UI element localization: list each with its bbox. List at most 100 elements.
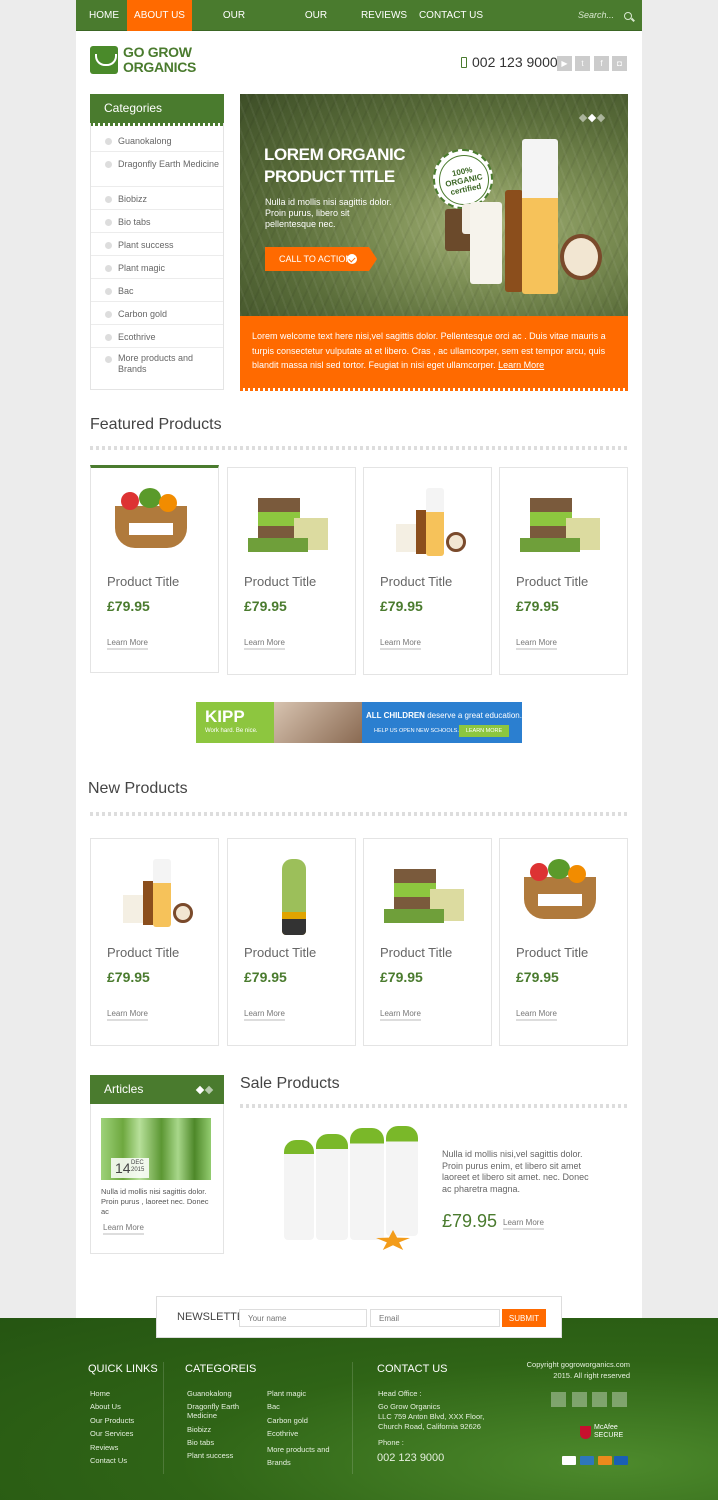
footer-category-link[interactable]: Ecothrive bbox=[267, 1429, 298, 1438]
facebook-icon[interactable] bbox=[592, 1392, 607, 1407]
ad-subline: HELP US OPEN NEW SCHOOLS. bbox=[374, 728, 459, 734]
product-image bbox=[382, 859, 474, 934]
learn-more-link[interactable]: Learn More bbox=[380, 1009, 421, 1021]
category-item[interactable]: Bac bbox=[91, 280, 223, 302]
product-card[interactable]: Product Title £79.95 Learn More bbox=[363, 467, 492, 675]
bullet-icon bbox=[105, 219, 112, 226]
nav-contact-us[interactable]: CONTACT US bbox=[418, 0, 484, 31]
category-item[interactable]: Bio tabs bbox=[91, 211, 223, 233]
check-icon bbox=[347, 254, 357, 264]
category-item[interactable]: Guanokalong bbox=[91, 131, 223, 152]
nav-search[interactable]: Search... bbox=[578, 0, 632, 31]
hero-text: Nulla id mollis nisi sagittis dolor. Pro… bbox=[265, 197, 392, 229]
product-price: £79.95 bbox=[380, 969, 423, 985]
logo-text: GO GROW ORGANICS bbox=[123, 44, 197, 75]
product-card[interactable]: Product Title £79.95 Learn More bbox=[90, 465, 219, 673]
footer-category-link[interactable]: Dragonfly Earth Medicine bbox=[187, 1402, 253, 1420]
category-item[interactable]: Dragonfly Earth Medicine bbox=[91, 153, 223, 187]
footer-category-link[interactable]: Plant magic bbox=[267, 1389, 306, 1398]
footer-category-link[interactable]: Biobizz bbox=[187, 1425, 211, 1434]
category-item[interactable]: Ecothrive bbox=[91, 326, 223, 348]
learn-more-link[interactable]: Learn More bbox=[244, 638, 285, 650]
footer-category-link[interactable]: More products and Brands bbox=[267, 1443, 333, 1469]
article-image[interactable]: 14 DEC 2015 bbox=[101, 1118, 211, 1180]
product-card[interactable]: Product Title £79.95 Learn More bbox=[363, 838, 492, 1046]
footer-link-our-services[interactable]: Our Services bbox=[90, 1429, 133, 1438]
product-title[interactable]: Product Title bbox=[244, 945, 316, 960]
category-item[interactable]: Plant success bbox=[91, 234, 223, 256]
twitter-icon[interactable] bbox=[572, 1392, 587, 1407]
ad-learn-more-button[interactable]: LEARN MORE bbox=[459, 725, 509, 737]
footer-link-home[interactable]: Home bbox=[90, 1389, 110, 1398]
instagram-icon[interactable]: ◘ bbox=[612, 56, 627, 71]
product-card[interactable]: Product Title £79.95 Learn More bbox=[499, 467, 628, 675]
ad-brand: KIPP Work hard. Be nice. bbox=[196, 702, 274, 743]
footer-category-link[interactable]: Bio tabs bbox=[187, 1438, 214, 1447]
product-image bbox=[246, 859, 338, 935]
nav-home[interactable]: HOME bbox=[82, 0, 126, 31]
sale-learn-more-link[interactable]: Learn More bbox=[503, 1218, 544, 1230]
footer-category-link[interactable]: Carbon gold bbox=[267, 1416, 308, 1425]
footer-copyright: Copyright gogroworganics.com 2015. All r… bbox=[526, 1360, 630, 1380]
footer-category-link[interactable]: Guanokalong bbox=[187, 1389, 232, 1398]
learn-more-link[interactable]: Learn More bbox=[244, 1009, 285, 1021]
facebook-icon[interactable]: f bbox=[594, 56, 609, 71]
newsletter-name-input[interactable] bbox=[239, 1309, 367, 1327]
instagram-icon[interactable] bbox=[612, 1392, 627, 1407]
product-title[interactable]: Product Title bbox=[380, 945, 452, 960]
slider-dot[interactable] bbox=[596, 113, 606, 123]
category-item[interactable]: More products and Brands bbox=[91, 349, 223, 381]
youtube-icon[interactable]: ▶ bbox=[557, 56, 572, 71]
article-learn-more-link[interactable]: Learn More bbox=[103, 1223, 144, 1235]
product-card[interactable]: Product Title £79.95 Learn More bbox=[227, 838, 356, 1046]
product-image bbox=[109, 488, 201, 563]
product-card[interactable]: Product Title £79.95 Learn More bbox=[227, 467, 356, 675]
learn-more-link[interactable]: Learn More bbox=[107, 1009, 148, 1021]
newsletter-email-input[interactable] bbox=[370, 1309, 500, 1327]
footer-category-link[interactable]: Plant success bbox=[187, 1451, 233, 1460]
nav-reviews[interactable]: REVIEWS bbox=[360, 0, 408, 31]
product-title[interactable]: Product Title bbox=[107, 574, 179, 589]
footer-category-link[interactable]: Bac bbox=[267, 1402, 280, 1411]
footer-link-about-us[interactable]: About Us bbox=[90, 1402, 121, 1411]
footer-link-our-products[interactable]: Our Products bbox=[90, 1416, 134, 1425]
nav-our-services[interactable]: OUR SERVICES bbox=[280, 0, 352, 52]
hero-zigzag bbox=[240, 388, 628, 391]
product-title[interactable]: Product Title bbox=[380, 574, 452, 589]
hero-learn-more-link[interactable]: Learn More bbox=[498, 360, 544, 370]
search-icon[interactable] bbox=[624, 11, 632, 20]
learn-more-link[interactable]: Learn More bbox=[516, 1009, 557, 1021]
product-pump-bottle bbox=[522, 139, 558, 294]
category-item[interactable]: Biobizz bbox=[91, 188, 223, 210]
twitter-icon[interactable]: t bbox=[575, 56, 590, 71]
new-products-title: New Products bbox=[88, 780, 188, 797]
product-price: £79.95 bbox=[107, 598, 150, 614]
youtube-icon[interactable] bbox=[551, 1392, 566, 1407]
learn-more-link[interactable]: Learn More bbox=[380, 638, 421, 650]
search-input[interactable]: Search... bbox=[578, 10, 614, 20]
newsletter-submit-button[interactable]: SUBMIT bbox=[502, 1309, 546, 1327]
product-title[interactable]: Product Title bbox=[107, 945, 179, 960]
product-card[interactable]: Product Title £79.95 Learn More bbox=[90, 838, 219, 1046]
advertisement-banner[interactable]: KIPP Work hard. Be nice. ALL CHILDREN de… bbox=[196, 702, 522, 743]
learn-more-link[interactable]: Learn More bbox=[516, 638, 557, 650]
slider-dot[interactable] bbox=[587, 113, 597, 123]
mcafee-secure-badge: McAfee SECURE bbox=[580, 1424, 628, 1442]
nav-about-us[interactable]: ABOUT US bbox=[127, 0, 192, 31]
product-image bbox=[382, 488, 474, 563]
slider-dot[interactable] bbox=[578, 113, 588, 123]
sale-price: £79.95 bbox=[442, 1211, 498, 1231]
learn-more-link[interactable]: Learn More bbox=[107, 638, 148, 650]
product-price: £79.95 bbox=[516, 598, 559, 614]
product-title[interactable]: Product Title bbox=[516, 945, 588, 960]
nav-our-products[interactable]: OUR PRODUCTS bbox=[196, 0, 272, 52]
product-card[interactable]: Product Title £79.95 Learn More bbox=[499, 838, 628, 1046]
product-title[interactable]: Product Title bbox=[244, 574, 316, 589]
footer-link-reviews[interactable]: Reviews bbox=[90, 1443, 118, 1452]
category-item[interactable]: Carbon gold bbox=[91, 303, 223, 325]
product-title[interactable]: Product Title bbox=[516, 574, 588, 589]
call-to-action-button[interactable]: CALL TO ACTION bbox=[265, 247, 377, 271]
footer-link-contact-us[interactable]: Contact Us bbox=[90, 1456, 127, 1465]
article-nav-dots[interactable] bbox=[194, 1075, 214, 1104]
category-item[interactable]: Plant magic bbox=[91, 257, 223, 279]
